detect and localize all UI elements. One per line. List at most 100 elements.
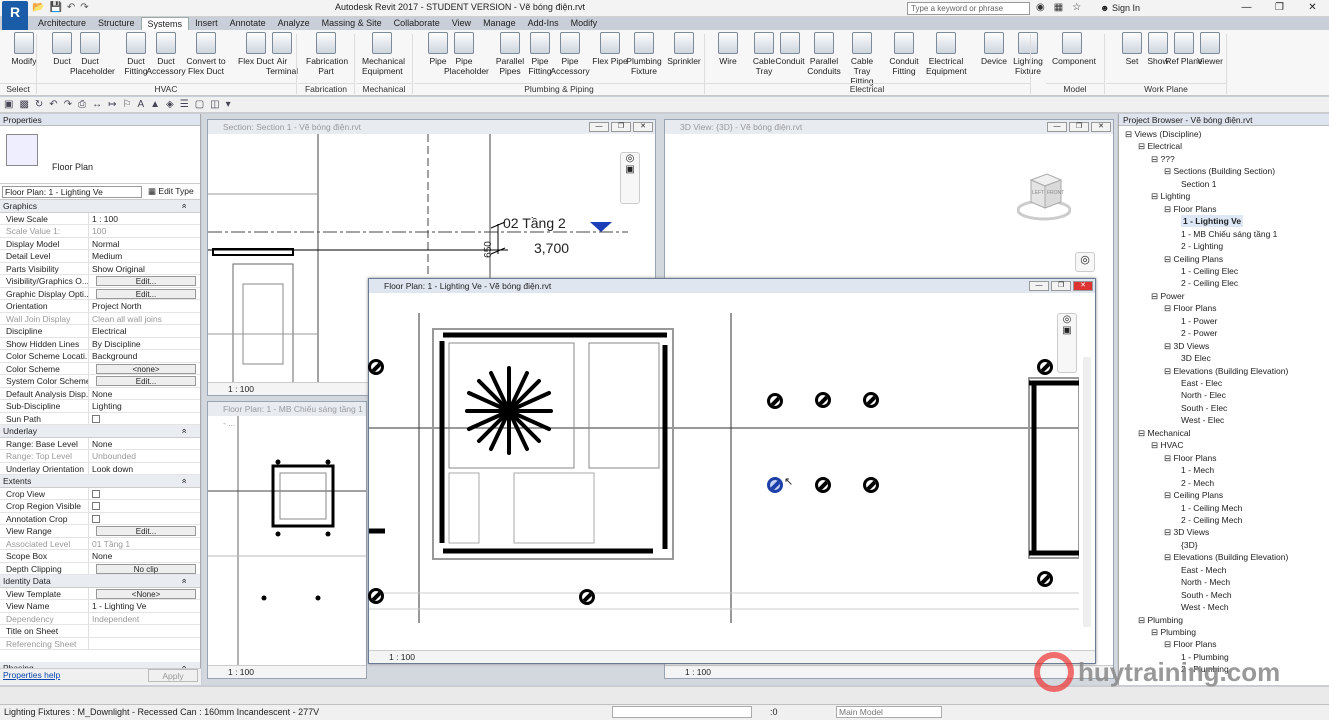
section-icon[interactable]: ◈ xyxy=(166,97,174,112)
property-value[interactable] xyxy=(89,625,200,637)
checkbox[interactable] xyxy=(92,414,100,423)
duct-accessory-button[interactable]: Duct Accessory xyxy=(146,32,186,76)
redo-icon[interactable]: ↷ xyxy=(64,97,72,112)
browser-node[interactable]: 1 - MB Chiếu sáng tầng 1 xyxy=(1181,228,1277,240)
tab-structure[interactable]: Structure xyxy=(92,17,141,30)
property-button-cell[interactable]: Edit... xyxy=(89,275,200,287)
dimension-value[interactable]: 650 xyxy=(483,241,494,258)
browser-node[interactable]: 2 - Ceiling Elec xyxy=(1181,277,1238,289)
minimize-icon[interactable]: — xyxy=(1230,0,1263,16)
lighting-fixture-button[interactable]: Lighting Fixture xyxy=(1008,32,1048,76)
restore-icon[interactable]: ❐ xyxy=(1051,281,1071,291)
tab-insert[interactable]: Insert xyxy=(189,17,224,30)
property-checkbox[interactable] xyxy=(89,488,200,500)
checkbox[interactable] xyxy=(92,502,100,510)
pipe-placeholder-button[interactable]: Pipe Placeholder xyxy=(444,32,489,76)
browser-node[interactable]: ⊟ Views (Discipline) xyxy=(1125,128,1201,140)
browser-node[interactable]: South - Elec xyxy=(1181,402,1227,414)
wire-button[interactable]: Wire xyxy=(708,32,748,66)
browser-node[interactable]: East - Elec xyxy=(1181,377,1222,389)
property-edit-button[interactable]: Edit... xyxy=(96,288,196,299)
property-edit-button[interactable]: <none> xyxy=(96,363,196,374)
browser-node[interactable]: ⊟ ??? xyxy=(1151,153,1175,165)
property-edit-button[interactable]: Edit... xyxy=(96,526,196,536)
tab-view[interactable]: View xyxy=(446,17,477,30)
browser-node[interactable]: ⊟ Floor Plans xyxy=(1164,452,1216,464)
browser-node[interactable]: North - Elec xyxy=(1181,389,1226,401)
downlight-icon[interactable] xyxy=(1037,359,1053,375)
browser-node[interactable]: ⊟ Power xyxy=(1151,290,1185,302)
tab-collaborate[interactable]: Collaborate xyxy=(388,17,446,30)
minimize-icon[interactable]: — xyxy=(589,122,609,132)
property-button-cell[interactable]: <None> xyxy=(89,588,200,600)
property-button-cell[interactable]: Edit... xyxy=(89,375,200,387)
browser-node[interactable]: ⊟ Elevations (Building Elevation) xyxy=(1164,551,1288,563)
downlight-icon[interactable] xyxy=(863,477,879,493)
revit-logo-icon[interactable]: R xyxy=(2,1,28,31)
property-value[interactable]: Medium xyxy=(89,250,200,262)
browser-node[interactable]: ⊟ Floor Plans xyxy=(1164,203,1216,215)
design-option-dropdown[interactable]: Main Model xyxy=(836,706,942,718)
property-value[interactable]: None xyxy=(89,438,200,450)
text-icon[interactable]: A xyxy=(137,97,144,112)
property-value[interactable]: Unbounded xyxy=(89,450,200,462)
view-scale[interactable]: 1 : 100 xyxy=(389,652,415,662)
workset-dropdown[interactable] xyxy=(612,706,752,718)
browser-node[interactable]: ⊟ Elevations (Building Elevation) xyxy=(1164,365,1288,377)
star-icon[interactable]: ☆ xyxy=(1072,2,1081,13)
measure-icon[interactable]: ↔ xyxy=(92,97,102,112)
ribbon-group-model[interactable]: Model xyxy=(1046,83,1104,95)
group-header-extents[interactable]: Extents xyxy=(0,475,200,488)
ribbon-group-mechanical[interactable]: Mechanical xyxy=(356,83,412,95)
downlight-icon[interactable] xyxy=(579,589,595,605)
property-button-cell[interactable]: Edit... xyxy=(89,525,200,537)
property-value[interactable]: Lighting xyxy=(89,400,200,412)
edit-type-button[interactable]: ▦ Edit Type xyxy=(148,186,194,197)
tab-add-ins[interactable]: Add-Ins xyxy=(522,17,565,30)
ribbon-group-select[interactable]: Select xyxy=(0,83,36,95)
customize-icon[interactable]: ▾ xyxy=(226,97,231,112)
downlight-icon[interactable] xyxy=(863,392,879,408)
browser-node[interactable]: 1 - Ceiling Elec xyxy=(1181,265,1238,277)
parallel-conduits-button[interactable]: Parallel Conduits xyxy=(804,32,844,76)
ribbon-group-hvac[interactable]: HVAC xyxy=(36,83,296,95)
property-value[interactable]: Show Original xyxy=(89,263,200,275)
mechanical-equipment-button[interactable]: Mechanical Equipment xyxy=(362,32,405,76)
close-icon[interactable]: ✕ xyxy=(1073,281,1093,291)
restore-icon[interactable]: ❐ xyxy=(611,122,631,132)
print-icon[interactable]: ⎙ xyxy=(78,97,86,112)
view-scale[interactable]: 1 : 100 xyxy=(228,667,254,677)
browser-node[interactable]: ⊟ Ceiling Plans xyxy=(1164,489,1223,501)
sync-icon[interactable]: ↻ xyxy=(35,97,43,112)
browser-node[interactable]: Section 1 xyxy=(1181,178,1216,190)
property-value[interactable]: None xyxy=(89,388,200,400)
steering-wheel-icon[interactable]: ◎ xyxy=(1075,252,1095,272)
redo-icon[interactable]: ↷ xyxy=(80,2,88,15)
undo-icon[interactable]: ↶ xyxy=(67,2,75,15)
property-value[interactable]: Normal xyxy=(89,238,200,250)
convert-to-flex-duct-button[interactable]: Convert to Flex Duct xyxy=(186,32,226,76)
property-value[interactable]: Clean all wall joins xyxy=(89,313,200,325)
property-checkbox[interactable] xyxy=(89,413,200,425)
dimension-icon[interactable]: ↦ xyxy=(108,97,116,112)
browser-node[interactable]: ⊟ HVAC xyxy=(1151,439,1183,451)
browser-node[interactable]: North - Mech xyxy=(1181,576,1230,588)
restore-icon[interactable]: ❐ xyxy=(1069,122,1089,132)
cable-tray-fitting-button[interactable]: Cable Tray Fitting xyxy=(842,32,882,86)
close-icon[interactable]: ✕ xyxy=(633,122,653,132)
navigation-bar[interactable]: ◎ ▣ xyxy=(620,152,640,204)
tab-manage[interactable]: Manage xyxy=(477,17,522,30)
browser-node[interactable]: 1 - Lighting Ve xyxy=(1181,215,1244,228)
downlight-icon[interactable] xyxy=(767,393,783,409)
tab-massing-site[interactable]: Massing & Site xyxy=(316,17,388,30)
switch-windows-icon[interactable]: ◫ xyxy=(210,97,219,112)
type-selector[interactable]: Floor Plan xyxy=(0,126,200,184)
open-icon[interactable]: 📂 xyxy=(32,2,44,15)
property-value[interactable]: 1 : 100 xyxy=(89,213,200,225)
open-icon[interactable]: ▣ xyxy=(4,97,13,112)
property-checkbox[interactable] xyxy=(89,500,200,512)
browser-node[interactable]: South - Mech xyxy=(1181,589,1232,601)
property-edit-button[interactable]: Edit... xyxy=(96,376,196,386)
subscription-icon[interactable]: ▦ xyxy=(1054,2,1063,13)
steering-wheel-icon[interactable]: ◎ xyxy=(1058,314,1076,325)
